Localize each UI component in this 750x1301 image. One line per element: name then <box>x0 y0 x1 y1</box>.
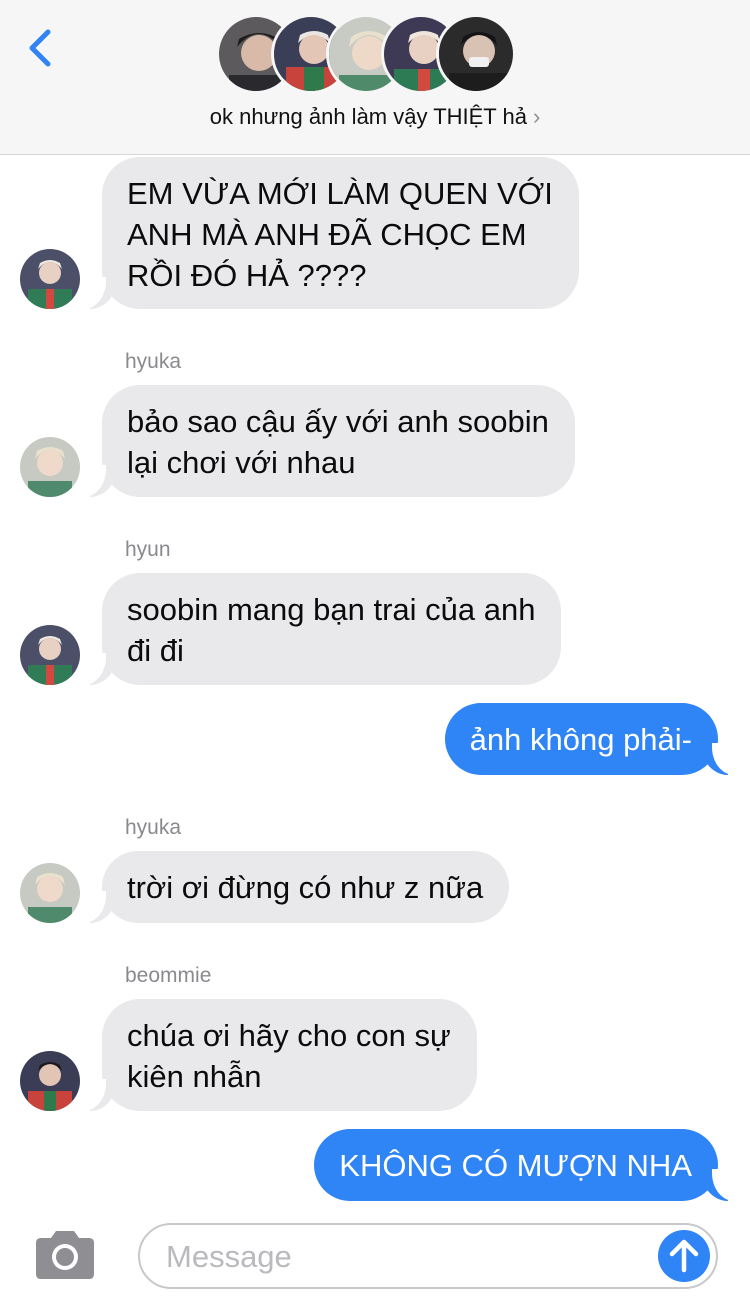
conversation-header: ok nhưng ảnh làm vậy THIỆT hả › <box>0 0 750 155</box>
sender-avatar[interactable] <box>20 249 80 309</box>
message-input-box[interactable] <box>138 1223 718 1289</box>
chevron-left-icon <box>29 29 51 67</box>
message-text: soobin mang bạn trai của anh đi đi <box>127 592 536 668</box>
incoming-message-bubble[interactable]: soobin mang bạn trai của anh đi đi <box>102 573 562 685</box>
message-text: EM VỪA MỚI LÀM QUEN VỚI ANH MÀ ANH ĐÃ CH… <box>127 176 553 293</box>
send-button[interactable] <box>658 1230 710 1282</box>
incoming-message-bubble[interactable]: trời ơi đừng có như z nữa <box>102 851 510 923</box>
sender-avatar[interactable] <box>20 437 80 497</box>
camera-icon <box>36 1231 94 1279</box>
message-text: trời ơi đừng có như z nữa <box>127 870 484 905</box>
sender-avatar[interactable] <box>20 625 80 685</box>
bubble-tail <box>80 277 116 309</box>
bubble-tail <box>80 653 116 685</box>
sender-avatar[interactable] <box>20 863 80 923</box>
sender-avatar[interactable] <box>20 1051 80 1111</box>
message-input[interactable] <box>166 1235 646 1279</box>
bubble-tail <box>702 743 738 775</box>
sender-name: hyuka <box>125 350 182 373</box>
group-name-label: ok nhưng ảnh làm vậy THIỆT hả <box>209 104 527 129</box>
outgoing-message-bubble[interactable]: KHÔNG CÓ MƯỢN NHA <box>314 1129 718 1201</box>
message-text: chúa ơi hãy cho con sự kiên nhẫn <box>127 1018 451 1094</box>
group-name[interactable]: ok nhưng ảnh làm vậy THIỆT hả › <box>0 104 750 130</box>
sender-name: beommie <box>125 964 212 987</box>
sender-name: hyun <box>125 538 171 561</box>
bubble-tail <box>80 465 116 497</box>
outgoing-message-bubble[interactable]: ảnh không phải- <box>444 703 718 775</box>
incoming-message-bubble[interactable]: EM VỪA MỚI LÀM QUEN VỚI ANH MÀ ANH ĐÃ CH… <box>102 157 579 309</box>
message-text: KHÔNG CÓ MƯỢN NHA <box>339 1148 692 1183</box>
chevron-right-icon: › <box>532 104 541 129</box>
message-text: ảnh không phải- <box>469 722 692 757</box>
member-avatar-5 <box>436 14 516 94</box>
group-avatars[interactable] <box>216 14 536 96</box>
bubble-tail <box>702 1169 738 1201</box>
incoming-message-bubble[interactable]: bảo sao cậu ấy với anh soobin lại chơi v… <box>102 385 575 497</box>
bubble-tail <box>80 891 116 923</box>
camera-button[interactable] <box>32 1229 98 1281</box>
incoming-message-bubble[interactable]: chúa ơi hãy cho con sự kiên nhẫn <box>102 999 477 1111</box>
bubble-tail <box>80 1079 116 1111</box>
arrow-up-icon <box>669 1239 699 1273</box>
sender-name: hyuka <box>125 816 182 839</box>
back-button[interactable] <box>22 26 58 70</box>
message-text: bảo sao cậu ấy với anh soobin lại chơi v… <box>127 404 549 480</box>
